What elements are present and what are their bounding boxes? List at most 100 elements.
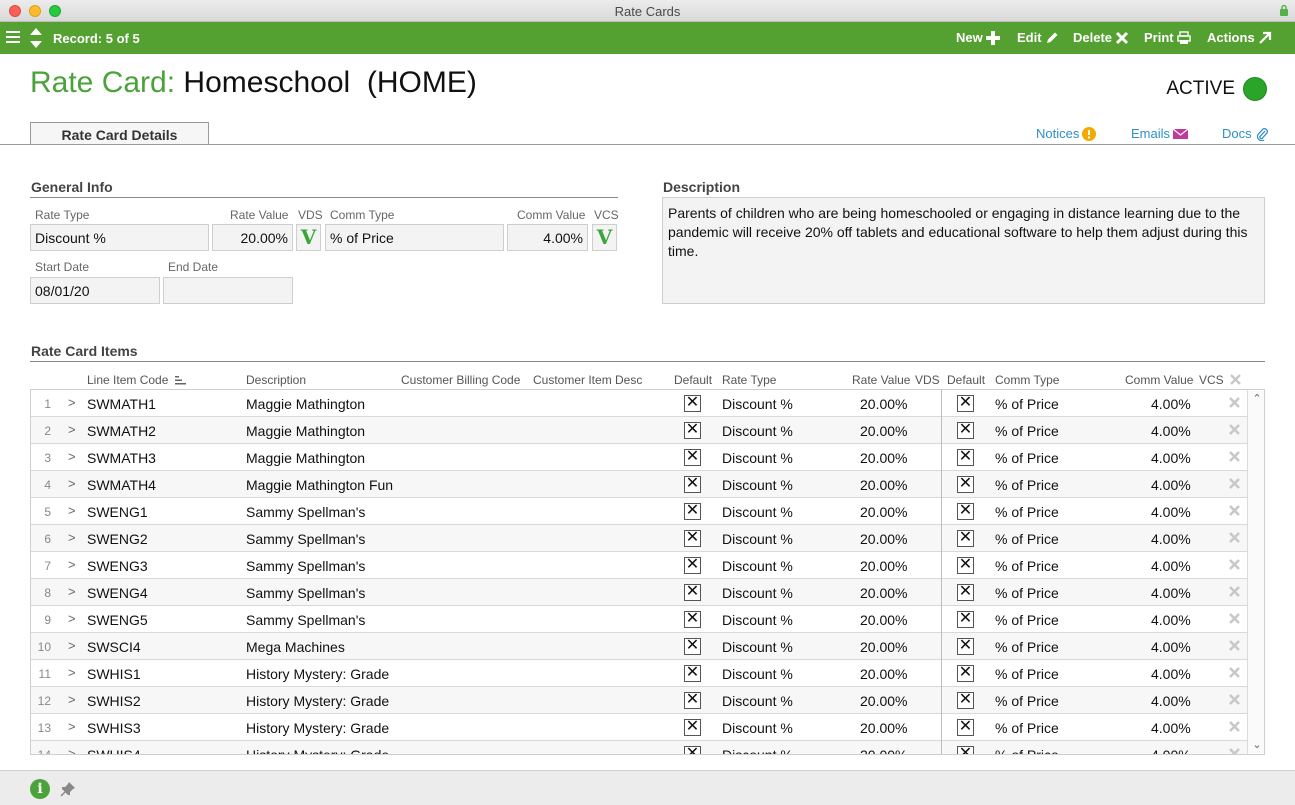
rate-type-cell[interactable]: Discount % (722, 531, 793, 547)
row-delete-icon[interactable] (1228, 612, 1241, 625)
expand-chevron-icon[interactable]: > (68, 719, 76, 734)
comm-type-cell[interactable]: % of Price (995, 531, 1059, 547)
col-customer-billing-code[interactable]: Customer Billing Code (401, 373, 520, 387)
rate-value-cell[interactable]: 20.00% (860, 720, 907, 736)
rate-type-field[interactable]: Discount % (30, 224, 209, 251)
start-date-field[interactable]: 08/01/20 (30, 277, 160, 304)
info-icon[interactable]: i (30, 779, 50, 799)
comm-type-cell[interactable]: % of Price (995, 720, 1059, 736)
default-rate-checkbox[interactable]: ✕ (684, 665, 701, 682)
rate-value-cell[interactable]: 20.00% (860, 531, 907, 547)
comm-type-cell[interactable]: % of Price (995, 693, 1059, 709)
default-rate-checkbox[interactable]: ✕ (684, 530, 701, 547)
expand-chevron-icon[interactable]: > (68, 422, 76, 437)
row-delete-icon[interactable] (1228, 450, 1241, 463)
default-rate-checkbox[interactable]: ✕ (684, 719, 701, 736)
default-rate-checkbox[interactable]: ✕ (684, 557, 701, 574)
new-button[interactable]: New (956, 30, 1000, 45)
description-cell[interactable]: Maggie Mathington (246, 423, 365, 439)
description-cell[interactable]: Sammy Spellman's (246, 504, 365, 520)
line-item-code-cell[interactable]: SWENG4 (87, 585, 148, 601)
table-row[interactable]: 2 > SWMATH2 Maggie Mathington ✕ Discount % 20.… (31, 417, 1247, 444)
default-rate-checkbox[interactable]: ✕ (684, 503, 701, 520)
default-rate-checkbox[interactable]: ✕ (684, 692, 701, 709)
row-delete-icon[interactable] (1228, 423, 1241, 436)
table-row[interactable]: 13 > SWHIS3 History Mystery: Grade ✕ Discount… (31, 714, 1247, 741)
comm-value-cell[interactable]: 4.00% (1151, 693, 1191, 709)
row-delete-icon[interactable] (1228, 477, 1241, 490)
rate-value-cell[interactable]: 20.00% (860, 423, 907, 439)
col-customer-item-desc[interactable]: Customer Item Desc (533, 373, 642, 387)
line-item-code-cell[interactable]: SWMATH3 (87, 450, 156, 466)
default-comm-checkbox[interactable]: ✕ (957, 584, 974, 601)
comm-type-cell[interactable]: % of Price (995, 396, 1059, 412)
line-item-code-cell[interactable]: SWHIS3 (87, 720, 141, 736)
default-comm-checkbox[interactable]: ✕ (957, 611, 974, 628)
expand-chevron-icon[interactable]: > (68, 503, 76, 518)
table-row[interactable]: 11 > SWHIS1 History Mystery: Grade ✕ Discount… (31, 660, 1247, 687)
col-default-comm[interactable]: Default (947, 373, 985, 387)
table-row[interactable]: 9 > SWENG5 Sammy Spellman's ✕ Discount % 20.00… (31, 606, 1247, 633)
default-comm-checkbox[interactable]: ✕ (957, 665, 974, 682)
comm-value-cell[interactable]: 4.00% (1151, 747, 1191, 754)
description-cell[interactable]: History Mystery: Grade (246, 720, 389, 736)
comm-value-cell[interactable]: 4.00% (1151, 720, 1191, 736)
rate-value-cell[interactable]: 20.00% (860, 558, 907, 574)
line-item-code-cell[interactable]: SWENG2 (87, 531, 148, 547)
table-row[interactable]: 4 > SWMATH4 Maggie Mathington Fun ✕ Discount … (31, 471, 1247, 498)
description-cell[interactable]: History Mystery: Grade (246, 693, 389, 709)
vds-check-icon[interactable]: V (296, 224, 321, 251)
line-item-code-cell[interactable]: SWMATH4 (87, 477, 156, 493)
expand-chevron-icon[interactable]: > (68, 449, 76, 464)
comm-type-cell[interactable]: % of Price (995, 558, 1059, 574)
comm-value-cell[interactable]: 4.00% (1151, 396, 1191, 412)
rate-value-field[interactable]: 20.00% (212, 224, 293, 251)
edit-button[interactable]: Edit (1017, 30, 1059, 45)
line-item-code-cell[interactable]: SWENG1 (87, 504, 148, 520)
rate-type-cell[interactable]: Discount % (722, 612, 793, 628)
print-button[interactable]: Print (1144, 30, 1191, 45)
rate-value-cell[interactable]: 20.00% (860, 747, 907, 754)
expand-chevron-icon[interactable]: > (68, 665, 76, 680)
row-delete-icon[interactable] (1228, 693, 1241, 706)
col-rate-value[interactable]: Rate Value (852, 373, 910, 387)
table-row[interactable]: 5 > SWENG1 Sammy Spellman's ✕ Discount % 20.00… (31, 498, 1247, 525)
description-cell[interactable]: Sammy Spellman's (246, 558, 365, 574)
hamburger-menu-icon[interactable] (6, 30, 20, 44)
line-item-code-cell[interactable]: SWMATH1 (87, 396, 156, 412)
expand-chevron-icon[interactable]: > (68, 584, 76, 599)
default-rate-checkbox[interactable]: ✕ (684, 422, 701, 439)
default-rate-checkbox[interactable]: ✕ (684, 611, 701, 628)
comm-type-cell[interactable]: % of Price (995, 504, 1059, 520)
comm-value-cell[interactable]: 4.00% (1151, 666, 1191, 682)
grid-scrollbar[interactable]: ⌃ ⌄ (1247, 390, 1264, 754)
default-comm-checkbox[interactable]: ✕ (957, 422, 974, 439)
rate-value-cell[interactable]: 20.00% (860, 477, 907, 493)
row-delete-icon[interactable] (1228, 504, 1241, 517)
table-row[interactable]: 12 > SWHIS2 History Mystery: Grade ✕ Discount… (31, 687, 1247, 714)
default-comm-checkbox[interactable]: ✕ (957, 692, 974, 709)
comm-type-cell[interactable]: % of Price (995, 639, 1059, 655)
row-delete-icon[interactable] (1228, 747, 1241, 755)
default-comm-checkbox[interactable]: ✕ (957, 503, 974, 520)
scroll-down-icon[interactable]: ⌄ (1251, 739, 1263, 751)
expand-chevron-icon[interactable]: > (68, 530, 76, 545)
col-line-item-code[interactable]: Line Item Code (87, 373, 168, 387)
description-cell[interactable]: History Mystery: Grade (246, 666, 389, 682)
notices-link[interactable]: Notices (1036, 126, 1097, 141)
rate-value-cell[interactable]: 20.00% (860, 450, 907, 466)
line-item-code-cell[interactable]: SWHIS4 (87, 747, 141, 754)
actions-button[interactable]: Actions (1207, 30, 1272, 45)
table-row[interactable]: 14 > SWHIS4 History Mystery: Grade ✕ Discount… (31, 741, 1247, 755)
rate-type-cell[interactable]: Discount % (722, 558, 793, 574)
table-row[interactable]: 6 > SWENG2 Sammy Spellman's ✕ Discount % 20.00… (31, 525, 1247, 552)
col-vcs[interactable]: VCS (1199, 373, 1224, 387)
description-cell[interactable]: Maggie Mathington (246, 396, 365, 412)
description-cell[interactable]: Maggie Mathington Fun (246, 477, 393, 493)
row-delete-icon[interactable] (1228, 639, 1241, 652)
rate-value-cell[interactable]: 20.00% (860, 693, 907, 709)
description-cell[interactable]: Mega Machines (246, 639, 345, 655)
comm-type-cell[interactable]: % of Price (995, 585, 1059, 601)
pin-icon[interactable] (60, 781, 76, 797)
description-field[interactable]: Parents of children who are being homesc… (662, 197, 1265, 304)
